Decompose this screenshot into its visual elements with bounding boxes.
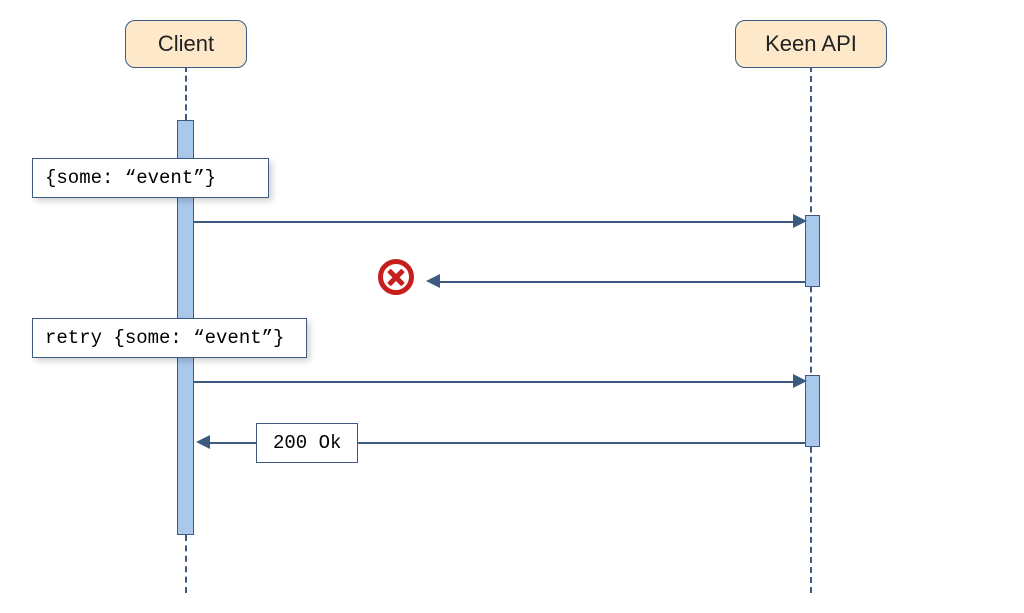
arrow-request-2 bbox=[194, 381, 798, 383]
participant-api: Keen API bbox=[735, 20, 887, 68]
participant-api-label: Keen API bbox=[765, 31, 857, 56]
message-first-request-label: {some: “event”} bbox=[45, 167, 216, 189]
message-retry-request: retry {some: “event”} bbox=[32, 318, 307, 358]
lifeline-api bbox=[810, 66, 812, 593]
message-ok-response: 200 Ok bbox=[256, 423, 358, 463]
arrow-ok-response-head bbox=[196, 435, 210, 449]
arrow-request-1-head bbox=[793, 214, 807, 228]
arrow-request-1 bbox=[194, 221, 798, 223]
activation-api-2 bbox=[805, 375, 820, 447]
participant-client-label: Client bbox=[158, 31, 214, 56]
message-first-request: {some: “event”} bbox=[32, 158, 269, 198]
arrow-request-2-head bbox=[793, 374, 807, 388]
activation-api-1 bbox=[805, 215, 820, 287]
lifeline-client-top bbox=[185, 66, 187, 120]
arrow-error bbox=[438, 281, 805, 283]
message-retry-request-label: retry {some: “event”} bbox=[45, 327, 284, 349]
arrow-error-head bbox=[426, 274, 440, 288]
message-ok-response-label: 200 Ok bbox=[273, 432, 341, 454]
participant-client: Client bbox=[125, 20, 247, 68]
lifeline-client-bottom bbox=[185, 535, 187, 593]
error-icon bbox=[378, 259, 414, 295]
